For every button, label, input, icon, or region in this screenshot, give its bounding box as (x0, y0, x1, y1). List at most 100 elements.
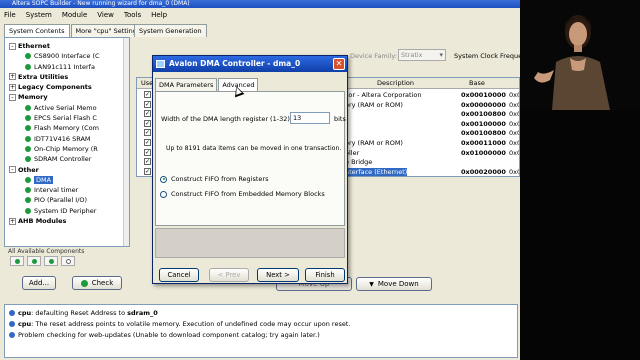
cell-end: 0x0 (509, 167, 520, 176)
tree-item[interactable]: On-Chip Memory (R (5, 144, 125, 154)
tree-item[interactable]: PIO (Parallel I/O) (5, 195, 125, 205)
dialog-title-text: Avalon DMA Controller - dma_0 (169, 59, 301, 68)
dialog-description-area (155, 228, 345, 258)
message-3: Problem checking for web-updates (Unable… (9, 331, 320, 339)
collapse-icon[interactable]: - (9, 166, 16, 174)
tree-item[interactable]: IDT71V416 SRAM (5, 134, 125, 144)
tree-label: Active Serial Memo (34, 103, 97, 112)
message-text: : The reset address points to volatile m… (31, 320, 351, 328)
expand-icon[interactable]: + (9, 83, 16, 91)
expand-icon[interactable]: + (9, 217, 16, 225)
tree-category[interactable]: + Legacy Components (5, 82, 125, 92)
sopc-builder-window: Altera SOPC Builder - New running wizard… (0, 0, 520, 360)
cell-base: 0x00100800 (461, 129, 506, 138)
cell-description: ory (RAM or ROM) (345, 139, 403, 147)
device-family-select[interactable]: Stratix (398, 49, 446, 61)
tree-item[interactable]: System ID Peripher (5, 206, 125, 216)
component-icon (25, 104, 31, 111)
use-checkbox[interactable]: ✓ (144, 167, 151, 175)
cell-description: nterface (Ethernet) (345, 167, 408, 176)
collapse-icon[interactable]: - (9, 93, 16, 101)
radio-registers-row[interactable]: Construct FIFO from Registers (160, 175, 268, 183)
tree-category[interactable]: + Extra Utilities (5, 72, 125, 82)
radio-embedded-row[interactable]: Construct FIFO from Embedded Memory Bloc… (160, 190, 325, 198)
tree-item[interactable]: CS8900 Interface (C (5, 51, 125, 61)
tree-label: Memory (18, 93, 48, 102)
move-down-button[interactable]: ▼ Move Down (356, 277, 432, 291)
check-button-label: Check (91, 279, 114, 287)
use-checkbox[interactable]: ✓ (144, 110, 151, 118)
menu-file[interactable]: File (4, 11, 16, 19)
menu-tools[interactable]: Tools (124, 11, 141, 19)
filter-mem-icon[interactable] (27, 256, 41, 266)
header-description[interactable]: Description (377, 79, 414, 87)
dialog-body: Width of the DMA length register (1-32):… (155, 91, 346, 226)
cancel-button[interactable]: Cancel (159, 268, 199, 282)
tree-label: IDT71V416 SRAM (34, 134, 91, 143)
finish-button[interactable]: Finish (305, 268, 345, 282)
tree-item[interactable]: Flash Memory (Com (5, 123, 125, 133)
header-base[interactable]: Base (469, 79, 485, 87)
tab-system-contents[interactable]: System Contents (4, 24, 70, 37)
collapse-icon[interactable]: - (9, 42, 16, 50)
width-input[interactable]: 13 (290, 112, 330, 124)
next-button[interactable]: Next > (257, 268, 299, 282)
radio-embedded[interactable] (160, 190, 167, 198)
cell-end: 0x0 (509, 110, 520, 119)
use-checkbox[interactable]: ✓ (144, 91, 151, 98)
close-icon[interactable]: ✕ (333, 58, 345, 70)
check-icon (80, 279, 88, 287)
use-checkbox[interactable]: ✓ (144, 129, 151, 137)
use-checkbox[interactable]: ✓ (144, 139, 151, 146)
component-icon (25, 63, 31, 70)
cell-base: 0x00020000 (461, 167, 506, 176)
tree-category[interactable]: - Memory (5, 92, 125, 102)
filter-all-icon[interactable] (10, 256, 24, 266)
cell-base: 0x00010000 (461, 91, 506, 99)
expand-icon[interactable]: + (9, 73, 16, 81)
tree-item[interactable]: Active Serial Memo (5, 103, 125, 113)
radio-registers[interactable] (160, 175, 167, 183)
radio-embedded-label: Construct FIFO from Embedded Memory Bloc… (171, 190, 325, 198)
tab-system-generation[interactable]: System Generation (134, 24, 207, 37)
menu-view[interactable]: View (97, 11, 114, 19)
cell-end: 0x0 (509, 119, 520, 128)
menu-system[interactable]: System (26, 11, 52, 19)
add-button[interactable]: Add... (22, 276, 56, 290)
filter-other-icon[interactable] (61, 256, 75, 266)
tree-label: Legacy Components (18, 83, 92, 92)
tree-category[interactable]: + AHB Modules (5, 216, 125, 226)
tree-label: Interval timer (34, 186, 79, 195)
tree-label: EPCS Serial Flash C (34, 114, 97, 123)
use-checkbox[interactable]: ✓ (144, 119, 151, 127)
tree-item[interactable]: EPCS Serial Flash C (5, 113, 125, 123)
component-icon (25, 156, 31, 163)
tab-dma-parameters[interactable]: DMA Parameters (155, 78, 218, 91)
use-checkbox[interactable]: ✓ (144, 148, 151, 156)
use-checkbox[interactable]: ✓ (144, 158, 151, 166)
prev-button[interactable]: < Prev (209, 268, 249, 282)
message-source: cpu (18, 320, 32, 328)
check-button[interactable]: Check (72, 276, 122, 290)
tree-label: Extra Utilities (18, 72, 69, 81)
menu-bar: File System Module View Tools Help (0, 8, 520, 22)
component-tree: - Ethernet CS8900 Interface (C LAN91c111 In… (4, 37, 130, 247)
tree-item[interactable]: Interval timer (5, 185, 125, 195)
tree-category[interactable]: - Other (5, 165, 125, 175)
menu-help[interactable]: Help (151, 11, 167, 19)
tree-scrollbar[interactable] (123, 38, 129, 246)
menu-module[interactable]: Module (62, 11, 87, 19)
tree-item[interactable]: SDRAM Controller (5, 154, 125, 164)
tree-item[interactable]: DMA (5, 175, 125, 185)
device-family-label: Device Family: (350, 52, 397, 60)
tree-label: On-Chip Memory (R (34, 144, 98, 153)
message-text: : defaulting Reset Address to (31, 309, 128, 317)
component-icon (156, 60, 165, 68)
tree-category[interactable]: - Ethernet (5, 41, 125, 51)
tree-label: System ID Peripher (34, 206, 97, 215)
component-tree-list: - Ethernet CS8900 Interface (C LAN91c111 In… (5, 41, 125, 226)
filter-io-icon[interactable] (44, 256, 58, 266)
arrow-down-icon: ▼ (369, 280, 374, 288)
use-checkbox[interactable]: ✓ (144, 100, 151, 108)
tree-item[interactable]: LAN91c111 Interfa (5, 62, 125, 72)
